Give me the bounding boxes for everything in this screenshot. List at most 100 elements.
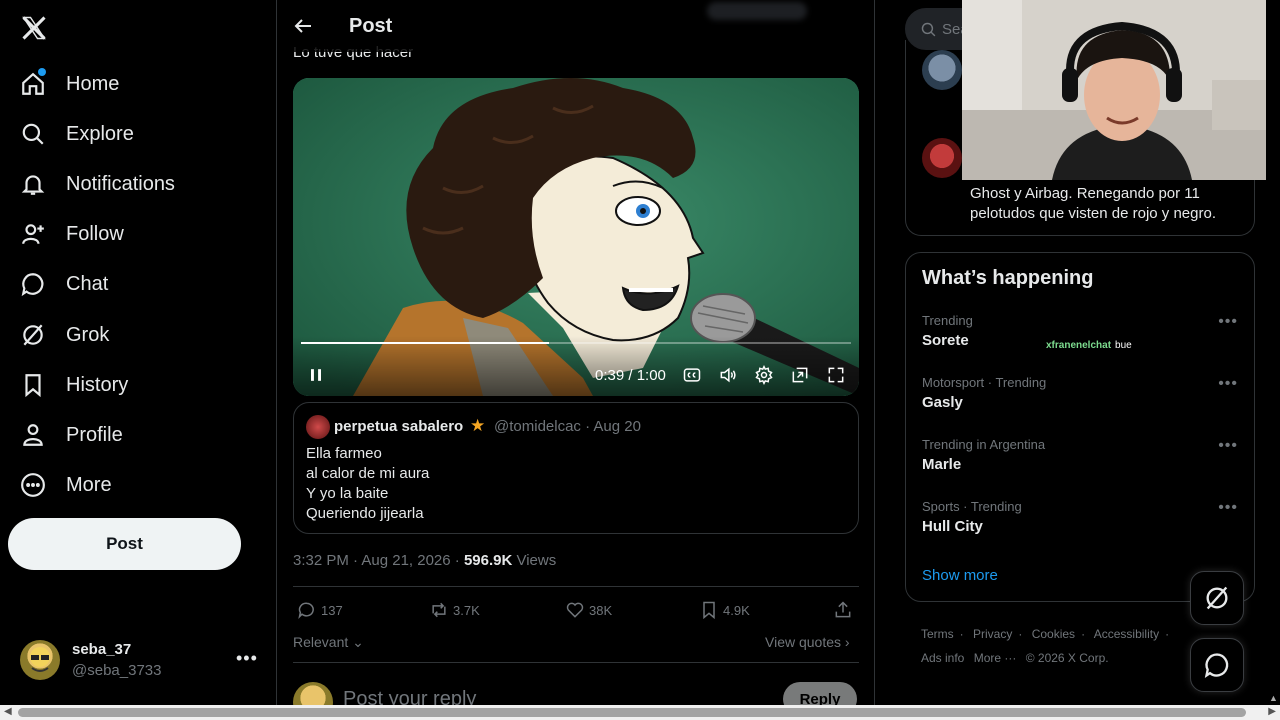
more-options-icon[interactable]: ••• <box>1218 437 1238 455</box>
nav-follow-label: Follow <box>66 222 124 245</box>
more-options-icon[interactable]: ••• <box>1218 499 1238 517</box>
nav-history-label: History <box>66 373 129 396</box>
repost-icon <box>432 602 446 618</box>
video-time: 0:39 / 1:00 <box>595 367 666 384</box>
nav-chat[interactable]: Chat <box>20 264 108 304</box>
section-title: What’s happening <box>922 267 1094 289</box>
bookmark-action[interactable]: 4.9K <box>699 598 750 622</box>
nav-explore[interactable]: Explore <box>20 114 134 154</box>
blurred-header-element <box>707 2 807 20</box>
vertical-scrollbar[interactable]: ▲ <box>1266 0 1280 705</box>
footer-link-cookies[interactable]: Cookies <box>1032 627 1075 641</box>
quote-avatar <box>306 415 330 439</box>
account-menu-icon[interactable]: ••• <box>236 648 258 669</box>
trend-item[interactable]: Trending Sorete ••• <box>922 313 1240 361</box>
chat-username: xfranenelchat <box>1046 340 1112 351</box>
nav-grok-label: Grok <box>66 323 110 346</box>
add-person-icon <box>22 224 44 245</box>
like-action[interactable]: 38K <box>565 598 612 622</box>
captions-button[interactable] <box>681 364 703 386</box>
nav-home[interactable]: Home <box>20 64 119 104</box>
avatar[interactable] <box>922 138 962 178</box>
nav-history[interactable]: History <box>20 365 128 405</box>
trend-item[interactable]: Motorsport · Trending Gasly ••• <box>922 375 1240 423</box>
nav-grok[interactable]: Grok <box>20 315 109 355</box>
fullscreen-icon <box>828 367 844 383</box>
nav-profile[interactable]: Profile <box>20 415 123 455</box>
repost-count: 3.7K <box>453 602 480 618</box>
post-metadata: 3:32 PM · Aug 21, 2026 · 596.9K Views <box>293 552 556 569</box>
nav-profile-label: Profile <box>66 423 123 446</box>
footer-link-more[interactable]: More ··· <box>974 651 1017 665</box>
settings-button[interactable] <box>753 364 775 386</box>
share-icon <box>835 601 851 618</box>
avatar <box>20 640 60 680</box>
scrollbar-thumb[interactable] <box>18 708 1246 717</box>
quote-author-name: perpetua sabalero <box>334 418 464 435</box>
scroll-down-arrow-icon[interactable]: ▲ <box>1269 693 1278 703</box>
pause-button[interactable] <box>305 364 327 386</box>
search-icon <box>22 123 44 145</box>
chat-message: bue <box>1115 340 1132 351</box>
show-more-link[interactable]: Show more <box>922 567 998 584</box>
sidebar-post-text: Ghost y Airbag. Renegando por 11 pelotud… <box>970 185 1216 222</box>
video-player[interactable]: 0:39 / 1:00 <box>293 78 859 396</box>
notification-dot <box>38 68 46 76</box>
footer-link-accessibility[interactable]: Accessibility <box>1094 627 1159 641</box>
grok-floating-button[interactable] <box>1190 571 1244 625</box>
like-count: 38K <box>589 602 613 618</box>
quoted-post[interactable]: perpetua sabalero ★ @tomidelcac · Aug 20… <box>293 402 859 534</box>
pip-button[interactable] <box>789 364 811 386</box>
scroll-left-arrow-icon[interactable]: ◀ <box>4 706 12 717</box>
more-options-icon[interactable]: ••• <box>1218 313 1238 331</box>
webcam-feed-image <box>962 0 1266 180</box>
trend-item[interactable]: Sports · Trending Hull City ••• <box>922 499 1240 547</box>
post-button[interactable]: Post <box>8 518 241 570</box>
fullscreen-button[interactable] <box>825 364 847 386</box>
chevron-down-icon: ⌄ <box>352 634 364 650</box>
x-logo-icon[interactable] <box>20 14 48 42</box>
nav-notifications-label: Notifications <box>66 172 175 195</box>
sort-replies-dropdown[interactable]: Relevant ⌄ <box>293 634 364 651</box>
grok-icon <box>23 324 43 346</box>
quote-line: Y yo la baite <box>306 485 389 502</box>
grok-icon <box>1206 586 1228 610</box>
divider <box>293 662 859 663</box>
verified-star-icon: ★ <box>470 416 486 435</box>
footer-link-ads-info[interactable]: Ads info <box>921 651 964 665</box>
footer-link-privacy[interactable]: Privacy <box>973 627 1012 641</box>
nav-notifications[interactable]: Notifications <box>20 164 175 204</box>
account-switcher[interactable]: seba_37 @seba_3733 ••• <box>20 640 260 680</box>
nav-more[interactable]: More <box>20 465 112 505</box>
nav-more-label: More <box>66 473 112 496</box>
bell-icon <box>21 175 45 195</box>
more-options-icon[interactable]: ••• <box>1218 375 1238 393</box>
reply-input[interactable]: Post your reply <box>343 688 476 705</box>
trend-context: Trending <box>922 313 973 328</box>
video-progress-bar[interactable] <box>301 342 851 344</box>
volume-button[interactable] <box>717 364 739 386</box>
volume-icon <box>720 367 736 383</box>
trend-item[interactable]: Trending in Argentina Marle ••• <box>922 437 1240 485</box>
view-quotes-link[interactable]: View quotes › <box>765 634 850 650</box>
footer-link-terms[interactable]: Terms <box>921 627 954 641</box>
share-action[interactable] <box>833 598 857 622</box>
avatar[interactable] <box>922 50 962 90</box>
webcam-overlay <box>962 0 1266 180</box>
quote-line: al calor de mi aura <box>306 465 430 482</box>
nav-follow[interactable]: Follow <box>20 214 124 254</box>
reply-action[interactable]: 137 <box>297 598 343 622</box>
post-header: Post <box>277 0 874 52</box>
captions-icon <box>683 368 701 382</box>
reply-button[interactable]: Reply <box>783 682 857 705</box>
horizontal-scrollbar[interactable]: ◀ ▶ <box>0 705 1280 720</box>
back-arrow-icon[interactable] <box>291 14 315 38</box>
scroll-right-arrow-icon[interactable]: ▶ <box>1268 706 1276 717</box>
nav-chat-label: Chat <box>66 272 109 295</box>
post-timestamp[interactable]: 3:32 PM · Aug 21, 2026 · <box>293 552 464 569</box>
messages-floating-button[interactable] <box>1190 638 1244 692</box>
quote-handle-date: @tomidelcac · Aug 20 <box>494 418 641 435</box>
repost-action[interactable]: 3.7K <box>429 598 480 622</box>
nav-explore-label: Explore <box>66 122 134 145</box>
pause-icon <box>311 369 321 381</box>
